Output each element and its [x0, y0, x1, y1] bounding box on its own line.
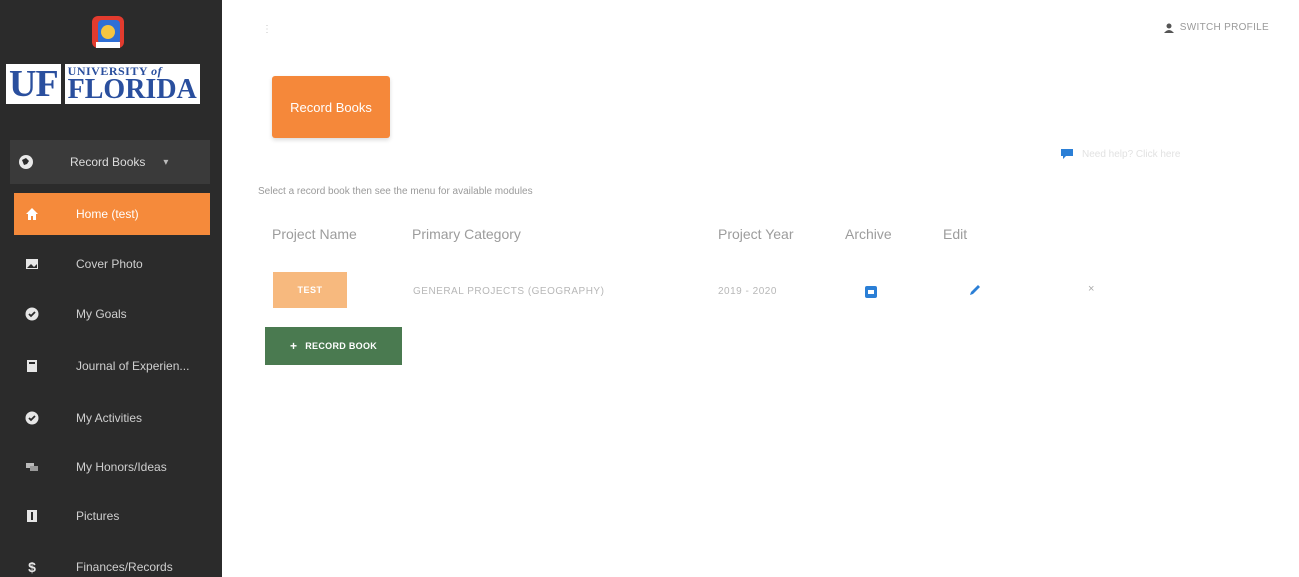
- column-header-project-year: Project Year: [718, 226, 794, 242]
- column-header-edit: Edit: [943, 226, 968, 242]
- switch-profile-button[interactable]: SWITCH PROFILE: [1163, 22, 1269, 33]
- image-icon: [24, 256, 40, 272]
- uf-florida-text: FLORIDA: [67, 74, 197, 105]
- dollar-icon: $: [28, 559, 36, 575]
- project-select-button[interactable]: TEST: [273, 272, 347, 308]
- chevron-down-icon: ▾: [163, 156, 169, 168]
- sidebar-item-my-activities[interactable]: My Activities: [14, 397, 210, 439]
- camera-icon: [24, 508, 40, 524]
- uf-letters: UF: [6, 64, 61, 104]
- page-title-card: Record Books: [272, 76, 390, 138]
- sidebar-item-pictures[interactable]: Pictures: [14, 495, 210, 537]
- check-circle-icon: [24, 306, 40, 322]
- home-icon: [24, 206, 40, 222]
- add-record-book-label: RECORD BOOK: [305, 341, 378, 351]
- 4h-logo-icon: [88, 12, 128, 52]
- instructions-text: Select a record book then see the menu f…: [258, 186, 533, 197]
- chat-icon: [24, 459, 40, 475]
- sidebar-item-label: Home (test): [76, 207, 139, 221]
- primary-category-cell: GENERAL PROJECTS (GEOGRAPHY): [413, 286, 605, 297]
- sidebar-item-label: Finances/Records: [76, 560, 173, 574]
- chat-bubble-icon: [1061, 149, 1073, 159]
- delete-icon[interactable]: ×: [1088, 283, 1094, 295]
- sidebar-item-record-books[interactable]: Record Books ▾: [10, 140, 210, 184]
- plus-icon: +: [289, 339, 298, 353]
- switch-profile-label: SWITCH PROFILE: [1179, 22, 1269, 33]
- sidebar-item-label: My Honors/Ideas: [76, 460, 167, 474]
- page-title: Record Books: [290, 99, 372, 115]
- project-year-cell: 2019 - 2020: [718, 286, 777, 297]
- help-link-label: Need help? Click here: [1082, 148, 1181, 160]
- column-header-archive: Archive: [845, 226, 892, 242]
- add-record-book-button[interactable]: + RECORD BOOK: [265, 327, 402, 365]
- sidebar-item-journal[interactable]: Journal of Experien...: [14, 345, 210, 387]
- university-logo: UF UNIVERSITY of FLORIDA: [6, 62, 214, 106]
- book-icon: [24, 358, 40, 374]
- sidebar-item-label: My Goals: [76, 307, 127, 321]
- column-header-project-name: Project Name: [272, 226, 357, 242]
- sidebar-item-cover-photo[interactable]: Cover Photo: [14, 243, 210, 285]
- globe-icon: [18, 154, 34, 170]
- help-link[interactable]: Need help? Click here: [1060, 148, 1180, 160]
- sidebar-item-honors[interactable]: My Honors/Ideas: [14, 446, 210, 488]
- sidebar-item-my-goals[interactable]: My Goals: [14, 293, 210, 335]
- sidebar-item-label: Pictures: [76, 509, 120, 523]
- column-header-primary-category: Primary Category: [412, 226, 521, 242]
- sidebar: UF UNIVERSITY of FLORIDA Record Books ▾ …: [0, 0, 222, 577]
- sidebar-item-finances[interactable]: $ Finances/Records: [14, 546, 210, 577]
- check-circle-icon: [24, 410, 40, 426]
- edit-pencil-icon[interactable]: [968, 283, 982, 302]
- sidebar-item-home[interactable]: Home (test): [14, 193, 210, 235]
- user-icon: [1163, 23, 1174, 33]
- app-page: UF UNIVERSITY of FLORIDA Record Books ▾ …: [0, 0, 1299, 577]
- sidebar-item-label: Cover Photo: [76, 257, 143, 271]
- sidebar-item-label: My Activities: [76, 411, 143, 425]
- sidebar-item-label: Record Books: [70, 155, 146, 169]
- sidebar-item-label: Journal of Experien...: [76, 359, 190, 373]
- archive-icon[interactable]: [865, 285, 877, 303]
- menu-toggle-icon[interactable]: ⋮: [262, 24, 272, 35]
